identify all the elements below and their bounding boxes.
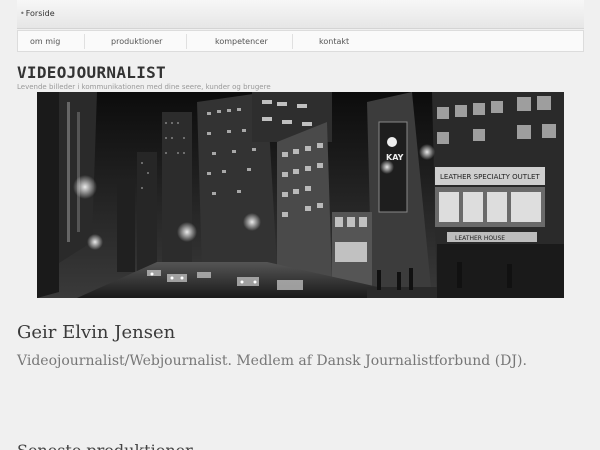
home-link[interactable]: •Forside <box>20 9 55 18</box>
site-tagline: Levende billeder i kommunikationen med d… <box>17 83 271 91</box>
city-street-photo: KAY LEATHER SPECIALTY OUTLET LEATHER HOU… <box>37 92 564 298</box>
section-heading: Seneste produktioner <box>17 441 193 450</box>
nav-divider <box>186 34 187 49</box>
site-title[interactable]: VIDEOJOURNALIST <box>17 63 166 82</box>
nav-item-kompetencer[interactable]: kompetencer <box>215 37 268 46</box>
profile-name: Geir Elvin Jensen <box>17 322 176 343</box>
nav-item-produktioner[interactable]: produktioner <box>111 37 162 46</box>
house-sign: LEATHER HOUSE <box>455 235 505 242</box>
main-navigation: om mig produktioner kompetencer kontakt <box>17 30 584 52</box>
top-bar: •Forside <box>17 0 584 29</box>
nav-item-om-mig[interactable]: om mig <box>30 37 60 46</box>
nav-divider <box>292 34 293 49</box>
home-link-label: Forside <box>25 9 55 18</box>
outlet-sign: LEATHER SPECIALTY OUTLET <box>440 173 540 181</box>
bullet-icon: • <box>20 9 25 18</box>
nav-divider <box>84 34 85 49</box>
nav-item-kontakt[interactable]: kontakt <box>319 37 349 46</box>
header-image: KAY LEATHER SPECIALTY OUTLET LEATHER HOU… <box>37 92 564 298</box>
profile-description: Videojournalist/Webjournalist. Medlem af… <box>17 353 527 369</box>
